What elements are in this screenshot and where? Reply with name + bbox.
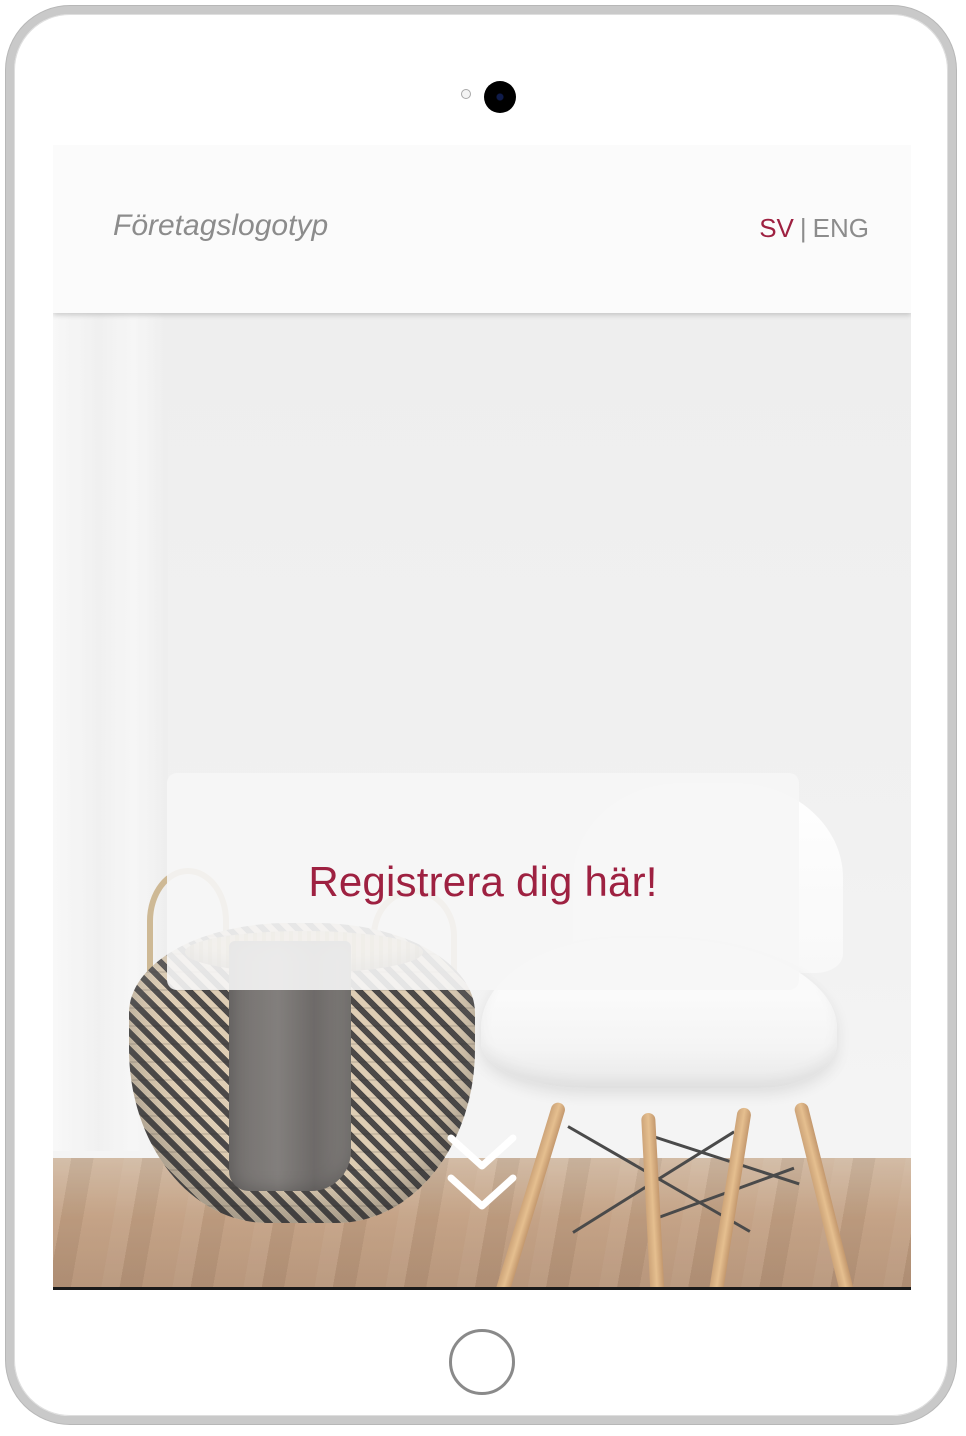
home-button-icon[interactable] (449, 1329, 515, 1395)
camera-icon (484, 81, 516, 113)
hero-section: Registrera dig här! (53, 313, 911, 1287)
language-separator: | (799, 213, 807, 243)
register-label: Registrera dig här! (308, 857, 658, 905)
double-chevron-down-svg (447, 1134, 517, 1210)
device-screen: Företagslogotyp SV | ENG Registrera dig hä… (53, 145, 911, 1290)
company-logo[interactable]: Företagslogotyp (113, 209, 328, 243)
register-button[interactable]: Registrera dig här! (167, 773, 799, 990)
language-option-sv[interactable]: SV (759, 213, 794, 243)
language-switcher: SV | ENG (759, 213, 869, 244)
double-chevron-down-icon[interactable] (443, 1128, 521, 1220)
language-option-eng[interactable]: ENG (813, 213, 869, 243)
proximity-sensor (461, 89, 471, 99)
header-bar: Företagslogotyp SV | ENG (53, 145, 911, 313)
